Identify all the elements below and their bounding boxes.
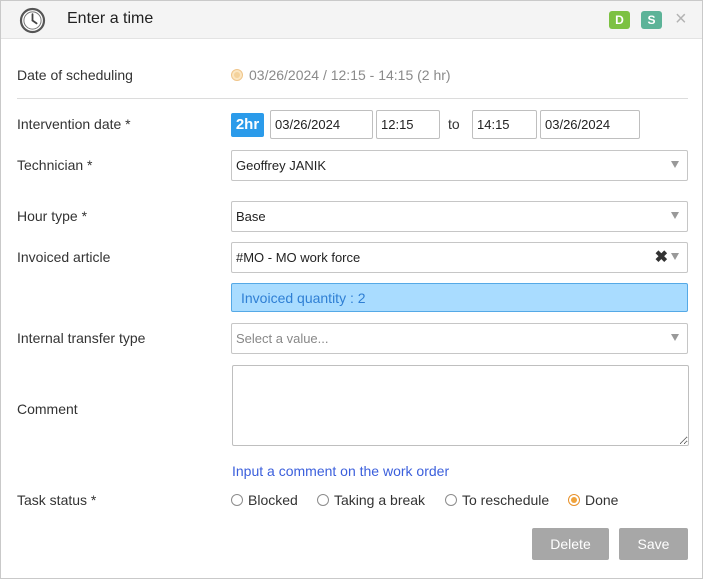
transfer-type-select[interactable]: Select a value... bbox=[231, 323, 688, 354]
radio-button-selected[interactable] bbox=[568, 494, 580, 506]
enter-time-dialog: Enter a time D S × Date of scheduling 03… bbox=[0, 0, 703, 579]
comment-textarea[interactable] bbox=[232, 365, 689, 446]
radio-button[interactable] bbox=[445, 494, 457, 506]
dialog-header: Enter a time D S × bbox=[1, 1, 702, 39]
invoiced-article-label: Invoiced article bbox=[17, 249, 111, 265]
hour-type-select[interactable]: Base bbox=[231, 201, 688, 232]
delete-button[interactable]: Delete bbox=[532, 528, 609, 560]
invoiced-article-select[interactable]: #MO - MO work force ✖ bbox=[231, 242, 688, 273]
technician-value: Geoffrey JANIK bbox=[236, 158, 327, 173]
comment-label: Comment bbox=[17, 401, 78, 417]
status-option-done[interactable]: Done bbox=[568, 492, 618, 508]
dialog-title: Enter a time bbox=[67, 10, 154, 27]
divider bbox=[17, 98, 688, 99]
technician-label: Technician * bbox=[17, 157, 93, 173]
to-label: to bbox=[448, 116, 460, 132]
chevron-down-icon bbox=[671, 161, 679, 168]
status-option-taking-a-break[interactable]: Taking a break bbox=[317, 492, 425, 508]
status-option-label: To reschedule bbox=[462, 492, 550, 508]
chevron-down-icon bbox=[671, 212, 679, 219]
end-date-input[interactable] bbox=[540, 110, 640, 139]
save-button[interactable]: Save bbox=[619, 528, 688, 560]
transfer-type-label: Internal transfer type bbox=[17, 330, 146, 346]
invoiced-article-value: #MO - MO work force bbox=[236, 250, 361, 265]
radio-button[interactable] bbox=[231, 494, 243, 506]
status-option-blocked[interactable]: Blocked bbox=[231, 492, 298, 508]
invoiced-quantity-notice: Invoiced quantity : 2 bbox=[231, 283, 688, 312]
radio-button[interactable] bbox=[317, 494, 329, 506]
task-status-label: Task status * bbox=[17, 492, 97, 508]
end-time-input[interactable] bbox=[472, 110, 537, 139]
clock-icon bbox=[19, 7, 46, 34]
s-badge[interactable]: S bbox=[641, 11, 662, 29]
duration-badge[interactable]: 2hr bbox=[231, 113, 264, 137]
scheduling-label: Date of scheduling bbox=[17, 67, 133, 83]
status-option-label: Blocked bbox=[248, 492, 298, 508]
chevron-down-icon bbox=[671, 253, 679, 260]
work-order-comment-link[interactable]: Input a comment on the work order bbox=[232, 463, 449, 479]
status-option-to-reschedule[interactable]: To reschedule bbox=[445, 492, 549, 508]
hour-type-value: Base bbox=[236, 209, 266, 224]
start-date-input[interactable] bbox=[270, 110, 373, 139]
chevron-down-icon bbox=[671, 334, 679, 341]
technician-select[interactable]: Geoffrey JANIK bbox=[231, 150, 688, 181]
start-time-input[interactable] bbox=[376, 110, 440, 139]
d-badge[interactable]: D bbox=[609, 11, 630, 29]
hour-type-label: Hour type * bbox=[17, 208, 88, 224]
scheduling-value: 03/26/2024 / 12:15 - 14:15 (2 hr) bbox=[249, 67, 451, 83]
intervention-date-label: Intervention date * bbox=[17, 116, 131, 132]
clear-selection-icon[interactable]: ✖ bbox=[655, 248, 668, 268]
status-option-label: Taking a break bbox=[334, 492, 426, 508]
close-icon[interactable]: × bbox=[675, 9, 687, 29]
transfer-type-placeholder: Select a value... bbox=[236, 331, 329, 346]
status-option-label: Done bbox=[585, 492, 619, 508]
scheduling-status-dot-icon bbox=[231, 69, 243, 81]
